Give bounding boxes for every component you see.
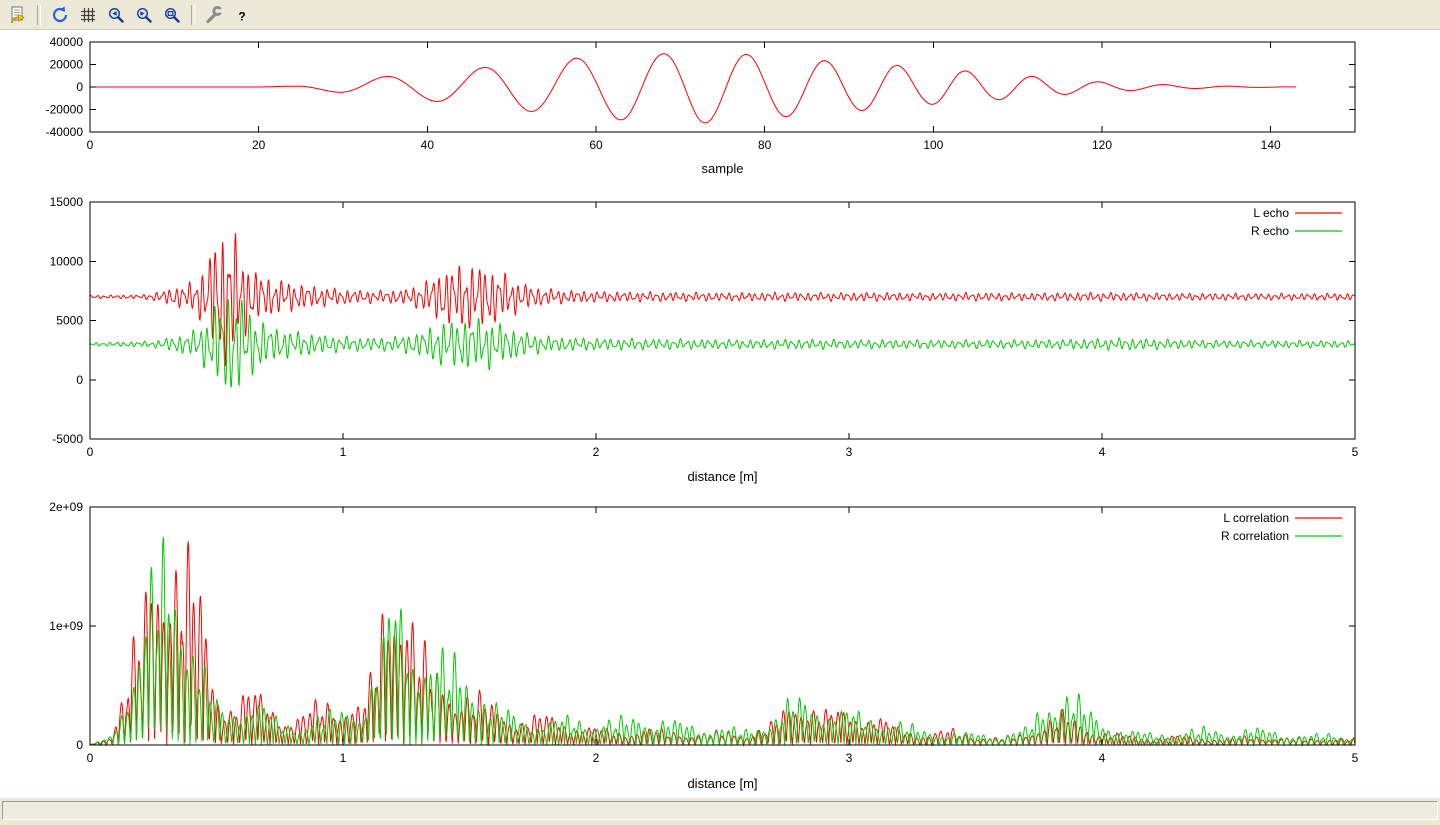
legend-label: R echo bbox=[1251, 224, 1289, 238]
x-tick-label: 4 bbox=[1099, 445, 1106, 459]
x-tick-label: 3 bbox=[846, 445, 853, 459]
toggle-grid-button[interactable] bbox=[75, 2, 101, 28]
y-tick-label: -5000 bbox=[52, 432, 83, 446]
gnuplot-window: ? 020406080100120140-40000-2000002000040… bbox=[0, 0, 1440, 825]
x-tick-label: 140 bbox=[1261, 138, 1281, 152]
toolbar: ? bbox=[0, 0, 1440, 30]
y-tick-label: 0 bbox=[76, 373, 83, 387]
help-glyph: ? bbox=[238, 9, 245, 23]
zoom-previous-icon bbox=[106, 5, 126, 25]
x-tick-label: 60 bbox=[589, 138, 603, 152]
grid-icon bbox=[78, 5, 98, 25]
x-tick-label: 120 bbox=[1092, 138, 1112, 152]
legend-label: R correlation bbox=[1221, 529, 1289, 543]
clipboard-icon bbox=[8, 5, 28, 25]
y-tick-label: 0 bbox=[76, 80, 83, 94]
plot-border bbox=[90, 42, 1355, 132]
y-tick-label: 10000 bbox=[50, 254, 84, 268]
wrench-icon bbox=[204, 5, 224, 25]
x-axis-label: distance [m] bbox=[687, 469, 757, 484]
x-tick-label: 100 bbox=[923, 138, 943, 152]
toolbar-separator bbox=[191, 5, 195, 25]
x-tick-label: 1 bbox=[340, 445, 347, 459]
series-pulse bbox=[90, 54, 1296, 123]
x-tick-label: 5 bbox=[1352, 445, 1359, 459]
x-tick-label: 80 bbox=[758, 138, 772, 152]
y-tick-label: 0 bbox=[76, 738, 83, 752]
plot-canvas: 020406080100120140-40000-200000200004000… bbox=[0, 30, 1440, 797]
x-tick-label: 40 bbox=[421, 138, 435, 152]
x-tick-label: 2 bbox=[593, 445, 600, 459]
configure-button[interactable] bbox=[201, 2, 227, 28]
x-tick-label: 0 bbox=[87, 138, 94, 152]
plot-border bbox=[90, 202, 1355, 439]
x-tick-label: 20 bbox=[252, 138, 266, 152]
x-tick-label: 2 bbox=[593, 751, 600, 765]
zoom-previous-button[interactable] bbox=[103, 2, 129, 28]
x-tick-label: 5 bbox=[1352, 751, 1359, 765]
y-tick-label: 20000 bbox=[50, 58, 84, 72]
plot-border bbox=[90, 507, 1355, 745]
series-l-correlation bbox=[90, 541, 1355, 745]
series-r-correlation bbox=[90, 537, 1355, 745]
toolbar-separator bbox=[37, 5, 41, 25]
y-tick-label: 5000 bbox=[56, 314, 83, 328]
zoom-next-icon bbox=[134, 5, 154, 25]
copy-to-clipboard-button[interactable] bbox=[5, 2, 31, 28]
refresh-icon bbox=[50, 5, 70, 25]
zoom-autoscale-icon bbox=[162, 5, 182, 25]
autoscale-button[interactable] bbox=[159, 2, 185, 28]
help-icon: ? bbox=[232, 5, 252, 25]
chart-echo[interactable]: 0 1 2 3 4 5 -5000 0 5000 10000 15000 distance [m] L … bbox=[0, 185, 1440, 490]
x-tick-label: 0 bbox=[87, 751, 94, 765]
replot-button[interactable] bbox=[47, 2, 73, 28]
y-tick-label: 1e+09 bbox=[49, 619, 83, 633]
legend-label: L echo bbox=[1253, 206, 1289, 220]
zoom-next-button[interactable] bbox=[131, 2, 157, 28]
x-tick-label: 0 bbox=[87, 445, 94, 459]
x-axis-label: distance [m] bbox=[687, 776, 757, 791]
status-field bbox=[2, 801, 1438, 820]
y-tick-label: 15000 bbox=[50, 195, 84, 209]
chart-correlation[interactable]: 0 1 2 3 4 5 0 1e+09 2e+09 distance [m] L correlati… bbox=[0, 490, 1440, 797]
chart-signal[interactable]: 0 20 40 60 80 100 120 140 -40000 -20000 0 20000 4000… bbox=[0, 30, 1440, 185]
x-axis-label: sample bbox=[702, 161, 744, 176]
status-bar bbox=[0, 797, 1440, 825]
series-r-echo bbox=[90, 299, 1355, 387]
y-tick-label: -20000 bbox=[46, 103, 84, 117]
x-tick-label: 4 bbox=[1099, 751, 1106, 765]
y-tick-label: 2e+09 bbox=[49, 500, 83, 514]
x-tick-label: 1 bbox=[340, 751, 347, 765]
y-tick-label: -40000 bbox=[46, 125, 84, 139]
x-tick-label: 3 bbox=[846, 751, 853, 765]
y-tick-label: 40000 bbox=[50, 35, 84, 49]
help-button[interactable]: ? bbox=[229, 2, 255, 28]
legend-label: L correlation bbox=[1223, 511, 1289, 525]
